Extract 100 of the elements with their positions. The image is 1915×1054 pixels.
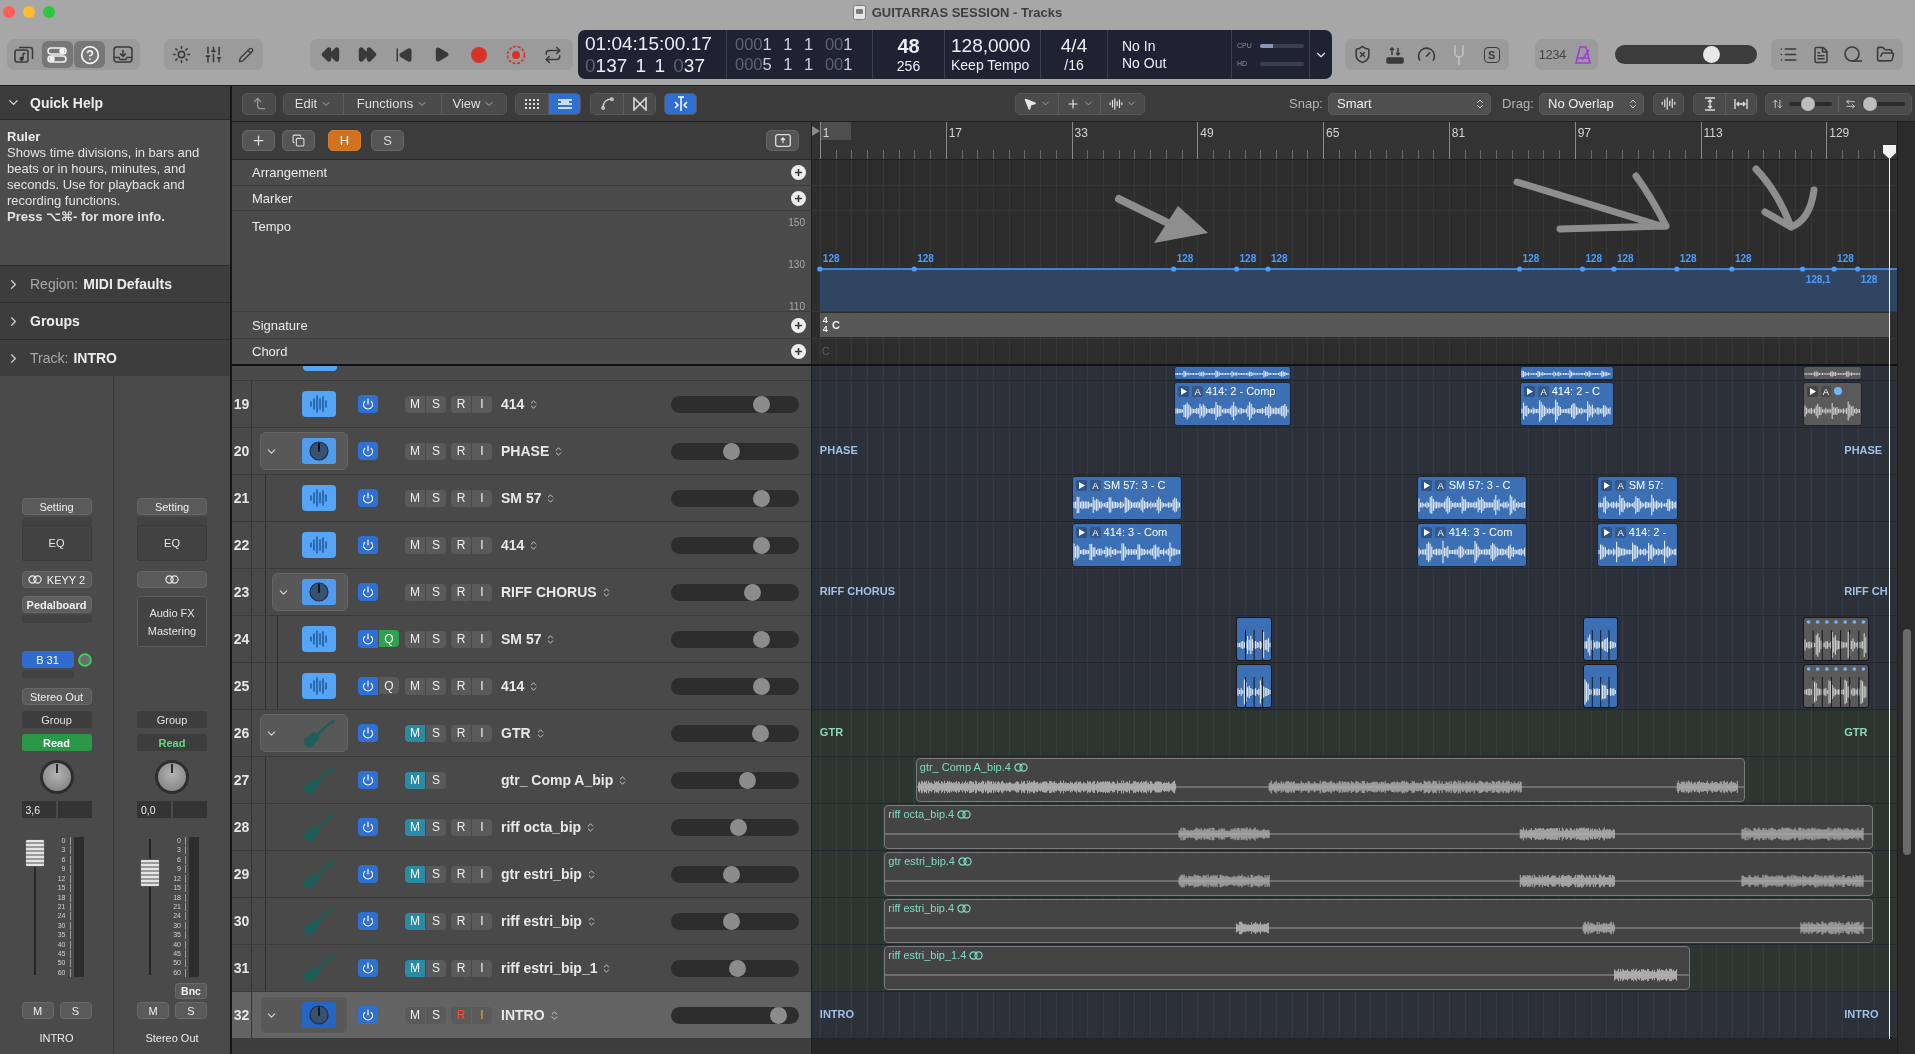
bounce-button[interactable]: Bnc bbox=[175, 983, 207, 999]
slider-thumb[interactable] bbox=[730, 818, 748, 836]
tempo-point[interactable] bbox=[1611, 266, 1617, 272]
plugin-button[interactable]: Pedalboard bbox=[21, 596, 92, 613]
record-enable-button[interactable]: R bbox=[451, 912, 471, 930]
mute-button[interactable]: M bbox=[405, 959, 425, 977]
solo-button[interactable]: S bbox=[426, 583, 446, 601]
tempo-point[interactable] bbox=[1831, 266, 1837, 272]
stack-folder[interactable] bbox=[272, 573, 348, 611]
slider-thumb[interactable] bbox=[1800, 96, 1815, 111]
fader-handle[interactable] bbox=[24, 839, 45, 868]
slider-thumb[interactable] bbox=[722, 442, 740, 460]
audio-region[interactable]: gtr_ Comp A_bip.4 bbox=[915, 758, 1746, 802]
record-enable-button[interactable]: R bbox=[451, 724, 471, 742]
track-header[interactable]: 32 M S R I INTRO bbox=[232, 992, 812, 1039]
mute-button[interactable]: M bbox=[405, 583, 425, 601]
solo-button[interactable]: S bbox=[426, 959, 446, 977]
catch-button[interactable] bbox=[664, 92, 697, 115]
inspector-section[interactable]: Groups bbox=[0, 302, 230, 339]
volume-slider[interactable] bbox=[671, 630, 799, 648]
tempo-point[interactable] bbox=[911, 266, 917, 272]
solo-button[interactable]: S bbox=[426, 771, 446, 789]
solo-button[interactable]: S bbox=[426, 1006, 446, 1024]
volume-slider[interactable] bbox=[671, 442, 799, 460]
power-button[interactable] bbox=[358, 865, 378, 883]
fader-handle[interactable] bbox=[140, 859, 160, 888]
track-list-toggle[interactable]: H bbox=[328, 130, 361, 151]
mute-button[interactable]: M bbox=[405, 489, 425, 507]
volume-slider[interactable] bbox=[671, 677, 799, 695]
audio-region[interactable]: gtr estri_bip.4 bbox=[884, 852, 1874, 896]
slider-thumb[interactable] bbox=[1863, 96, 1878, 111]
automation-mode-button[interactable]: Read bbox=[21, 734, 92, 751]
solo-button[interactable]: S bbox=[426, 395, 446, 413]
mute-button[interactable]: M bbox=[405, 771, 425, 789]
collapse-button[interactable] bbox=[766, 130, 799, 151]
solo-button[interactable]: S bbox=[426, 818, 446, 836]
mute-button[interactable]: M bbox=[405, 818, 425, 836]
volume-fader[interactable] bbox=[23, 837, 46, 977]
track-header[interactable]: 23 M S R I RIFF CHORUS bbox=[232, 569, 812, 616]
volume-slider[interactable] bbox=[671, 1006, 799, 1024]
record-enable-button[interactable]: R bbox=[451, 818, 471, 836]
tempo-point[interactable] bbox=[817, 266, 823, 272]
drag-dropdown[interactable]: No Overlap bbox=[1539, 92, 1644, 115]
automation-mode-button[interactable]: Read bbox=[137, 734, 207, 751]
power-button[interactable] bbox=[358, 583, 378, 601]
add-icon[interactable] bbox=[791, 190, 806, 206]
slider-thumb[interactable] bbox=[753, 536, 771, 554]
track-header[interactable]: 26 M S R I GTR bbox=[232, 710, 812, 757]
audio-region[interactable]: A 414: 2 - C bbox=[1520, 382, 1614, 426]
flex-button[interactable] bbox=[623, 93, 655, 114]
tempo-point[interactable] bbox=[1517, 266, 1523, 272]
input-monitor-button[interactable]: I bbox=[472, 912, 492, 930]
input-monitor-button[interactable]: I bbox=[472, 1006, 492, 1024]
snap-dropdown[interactable]: Smart bbox=[1328, 92, 1491, 115]
volume-slider[interactable] bbox=[671, 818, 799, 836]
quick-help-button[interactable] bbox=[74, 41, 106, 68]
tempo-point[interactable] bbox=[1855, 266, 1861, 272]
solo-button[interactable]: S bbox=[426, 536, 446, 554]
fit-vertical-button[interactable] bbox=[1694, 93, 1725, 114]
input-monitor-button[interactable]: I bbox=[472, 489, 492, 507]
record-enable-button[interactable]: R bbox=[451, 959, 471, 977]
audio-region[interactable]: A bbox=[1802, 382, 1862, 426]
audio-region[interactable] bbox=[1802, 366, 1862, 380]
volume-slider[interactable] bbox=[671, 724, 799, 742]
volume-slider[interactable] bbox=[671, 489, 799, 507]
audio-region[interactable] bbox=[1802, 617, 1869, 661]
solo-button[interactable]: S bbox=[426, 442, 446, 460]
track-header[interactable]: 19 M S R I 414 bbox=[232, 381, 812, 428]
power-button[interactable] bbox=[358, 771, 378, 789]
automation-button[interactable] bbox=[591, 93, 623, 114]
setting-button[interactable]: Setting bbox=[21, 498, 92, 515]
input-monitor-button[interactable]: I bbox=[472, 865, 492, 883]
audio-region[interactable]: riff octa_bip.4 bbox=[884, 805, 1874, 849]
slider-thumb[interactable] bbox=[1703, 46, 1721, 63]
view-toggle[interactable] bbox=[548, 93, 580, 114]
power-button[interactable] bbox=[358, 912, 378, 930]
volume-slider[interactable] bbox=[671, 771, 799, 789]
pan-knob[interactable] bbox=[39, 760, 74, 794]
tempo-point[interactable] bbox=[1579, 266, 1586, 272]
mute-button[interactable]: M bbox=[405, 912, 425, 930]
quick-help-header[interactable]: Quick Help bbox=[0, 86, 230, 120]
solo-button[interactable]: S bbox=[426, 677, 446, 695]
input-monitor-button[interactable]: I bbox=[472, 536, 492, 554]
output-button[interactable]: Stereo Out bbox=[21, 688, 92, 705]
track-header[interactable]: 27 M S gtr_ Comp A_bip bbox=[232, 757, 812, 804]
group-button[interactable]: Group bbox=[137, 711, 207, 728]
audio-region[interactable]: A 414: 3 - Com bbox=[1072, 523, 1183, 567]
input-monitor-button[interactable]: I bbox=[472, 395, 492, 413]
volume-slider[interactable] bbox=[671, 865, 799, 883]
track-header[interactable]: 31 M S R I riff estri_bip_1 bbox=[232, 945, 812, 992]
mute-button[interactable]: M bbox=[405, 442, 425, 460]
slider-thumb[interactable] bbox=[722, 912, 740, 930]
power-button[interactable] bbox=[358, 630, 378, 648]
tempo-point[interactable] bbox=[1800, 266, 1806, 272]
master-volume-slider[interactable] bbox=[1615, 45, 1757, 64]
inspector-section[interactable]: Track: INTRO bbox=[0, 339, 230, 376]
scrollbar-thumb[interactable] bbox=[1902, 629, 1911, 855]
track-header[interactable]: 22 M S R I 414 bbox=[232, 522, 812, 569]
menu-button[interactable]: Functions bbox=[343, 93, 441, 114]
tempo-point[interactable] bbox=[1233, 266, 1240, 272]
